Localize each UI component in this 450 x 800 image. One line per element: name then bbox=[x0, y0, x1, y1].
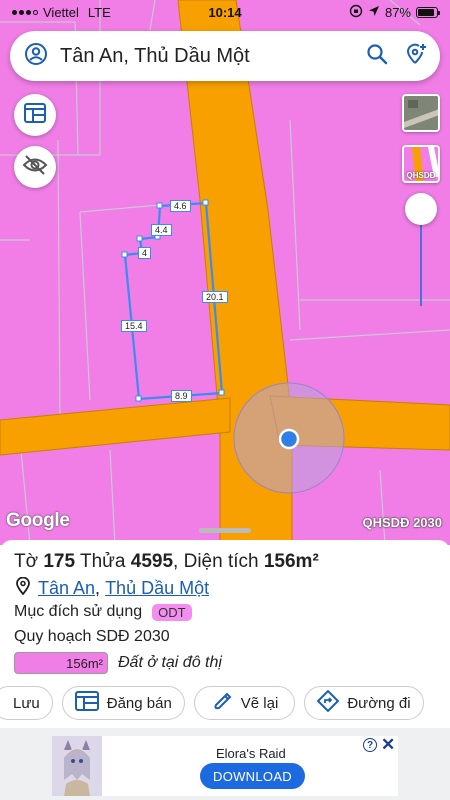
purpose-code-badge: ODT bbox=[152, 603, 192, 621]
city-link[interactable]: Thủ Dầu Một bbox=[105, 578, 209, 599]
search-location-text[interactable]: Tân An, Thủ Dầu Một bbox=[60, 45, 366, 68]
edge-label-bottom: 8.9 bbox=[171, 390, 192, 402]
network-type: LTE bbox=[87, 4, 111, 20]
plan-label: Quy hoạch SDĐ 2030 bbox=[14, 628, 170, 645]
satellite-thumbnail-image bbox=[404, 96, 438, 130]
redraw-button[interactable]: Vẽ lại bbox=[193, 686, 296, 720]
battery-icon bbox=[416, 6, 440, 18]
planning-layer-thumbnail[interactable]: QHSDĐ bbox=[402, 145, 440, 183]
map-pin-icon bbox=[16, 576, 30, 600]
toggle-visibility-button[interactable] bbox=[14, 146, 56, 188]
search-bar[interactable]: Tân An, Thủ Dầu Một bbox=[10, 31, 440, 81]
directions-button[interactable]: Đường đi bbox=[304, 686, 424, 720]
purpose-label: Mục đích sử dụng bbox=[14, 603, 143, 620]
sheet-number: 175 bbox=[43, 551, 76, 572]
status-bar: Viettel LTE 10:14 87% bbox=[0, 0, 450, 24]
land-use-purpose-row: Mục đích sử dụng ODT bbox=[14, 603, 192, 621]
search-icon[interactable] bbox=[366, 43, 388, 70]
opacity-slider-knob[interactable] bbox=[405, 193, 437, 225]
satellite-layer-thumbnail[interactable] bbox=[402, 94, 440, 132]
map-canvas[interactable] bbox=[0, 0, 450, 545]
clock: 10:14 bbox=[208, 4, 242, 20]
edge-label-left: 15.4 bbox=[121, 320, 147, 332]
plan-area-bar: 156m² bbox=[14, 652, 108, 674]
road-network bbox=[0, 0, 450, 545]
orientation-lock-icon bbox=[349, 4, 363, 21]
directions-label: Đường đi bbox=[347, 694, 411, 712]
google-logo: Google bbox=[6, 510, 70, 531]
ad-banner-area: Elora's Raid DOWNLOAD ? ✕ bbox=[0, 728, 450, 800]
redraw-pen-icon bbox=[213, 691, 233, 715]
ad-close-icon[interactable]: ✕ bbox=[381, 735, 395, 755]
parcel-area: 156m² bbox=[263, 551, 319, 572]
listing-icon bbox=[74, 691, 99, 715]
user-location-dot bbox=[278, 428, 300, 450]
action-bar: Lưu Đăng bán Vẽ lại Đường đi bbox=[0, 686, 424, 720]
save-button[interactable]: Lưu bbox=[0, 686, 53, 720]
parcel-number: 4595 bbox=[130, 551, 174, 572]
add-location-pin-icon[interactable] bbox=[404, 42, 428, 71]
area-label: Diện tích bbox=[183, 551, 259, 572]
ward-link[interactable]: Tân An bbox=[38, 578, 95, 599]
parcel-label: Thửa bbox=[80, 551, 126, 572]
map-layer-name: QHSDĐ 2030 bbox=[362, 515, 442, 530]
plan-use-label: Đất ở tại đô thị bbox=[118, 654, 222, 671]
carrier-name: Viettel bbox=[43, 4, 79, 20]
plan-area-row: 156m² Đất ở tại đô thị bbox=[14, 652, 222, 674]
opacity-slider-track[interactable] bbox=[420, 220, 422, 306]
post-for-sale-label: Đăng bán bbox=[106, 694, 172, 712]
battery-percent: 87% bbox=[384, 4, 411, 20]
sheet-drag-handle[interactable] bbox=[199, 528, 251, 533]
parcel-info-sheet: Tờ 175 Thửa 4595, Diện tích 156m² Tân An… bbox=[0, 528, 450, 728]
planning-thumbnail-label: QHSDĐ bbox=[406, 171, 436, 180]
parcel-title: Tờ 175 Thửa 4595, Diện tích 156m² bbox=[14, 551, 319, 572]
edge-label-left-upper: 4.4 bbox=[151, 224, 172, 236]
account-icon[interactable] bbox=[24, 42, 48, 71]
parcel-location: Tân An, Thủ Dầu Một bbox=[16, 576, 209, 600]
sheet-label: Tờ bbox=[14, 551, 39, 572]
location-arrow-icon bbox=[368, 5, 380, 20]
table-layout-icon bbox=[23, 102, 47, 129]
edge-label-right: 20.1 bbox=[202, 291, 228, 303]
ad-download-button[interactable]: DOWNLOAD bbox=[200, 763, 305, 789]
eye-off-icon bbox=[22, 154, 48, 181]
ad-title: Elora's Raid bbox=[216, 746, 286, 761]
ad-banner[interactable]: Elora's Raid DOWNLOAD ? ✕ bbox=[52, 735, 398, 796]
ad-game-character-image bbox=[52, 736, 102, 796]
edge-label-top: 4.6 bbox=[170, 200, 191, 212]
signal-strength-icon bbox=[12, 9, 38, 15]
directions-icon bbox=[317, 689, 340, 716]
ad-info-icon[interactable]: ? bbox=[363, 738, 377, 752]
map-view[interactable]: 4.6 4.4 4 15.4 20.1 8.9 Google QHSDĐ 203… bbox=[0, 0, 450, 545]
redraw-label: Vẽ lại bbox=[240, 694, 279, 712]
map-legend-button[interactable] bbox=[14, 94, 56, 136]
edge-label-step: 4 bbox=[138, 247, 152, 259]
post-for-sale-button[interactable]: Đăng bán bbox=[61, 686, 185, 720]
save-label: Lưu bbox=[13, 694, 40, 712]
